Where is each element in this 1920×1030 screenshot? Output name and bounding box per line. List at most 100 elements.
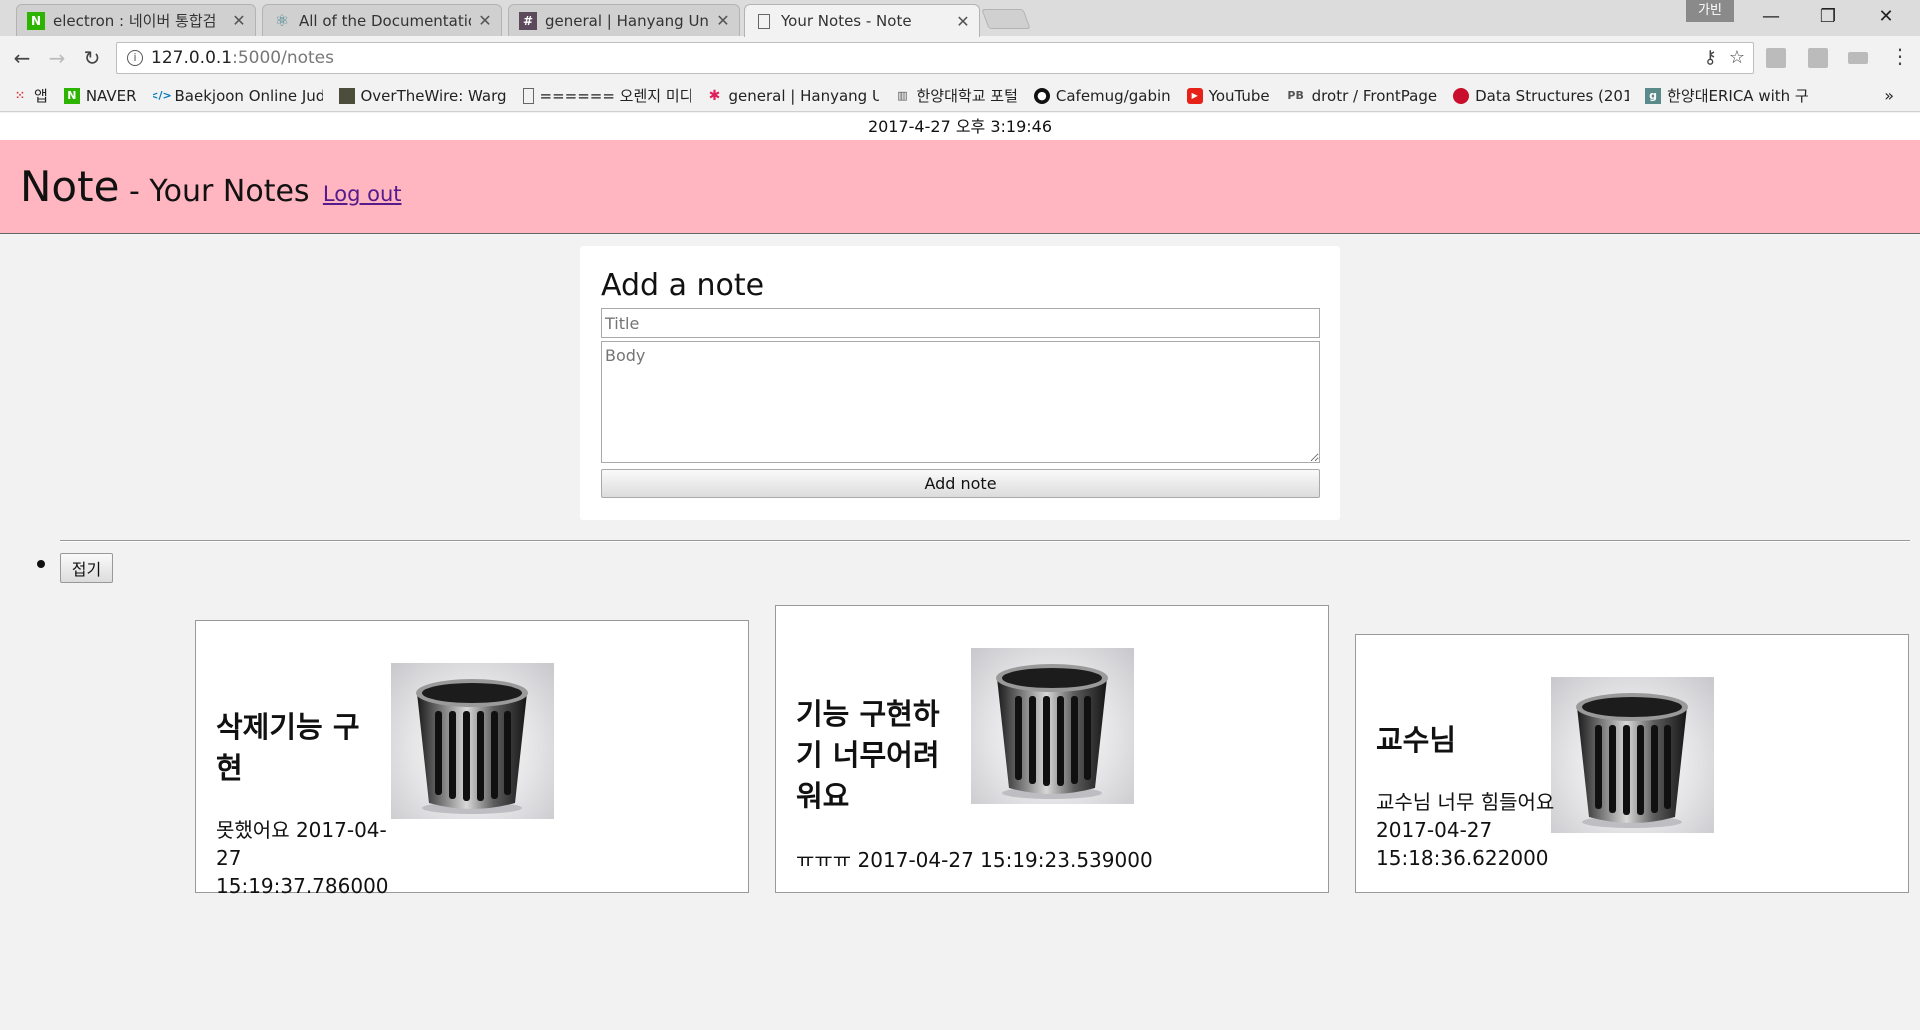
add-note-button[interactable]: Add note [601,469,1320,498]
star-icon[interactable]: ☆ [1729,47,1745,68]
bookmark-label: Cafemug/gabin [1055,86,1171,105]
pb-icon: PB [1287,89,1304,102]
electron-icon: ⚛ [274,11,290,30]
logout-link[interactable]: Log out [323,182,402,206]
bookmark-label: Data Structures (2017 [1475,86,1630,105]
bookmark-label: YouTube [1208,86,1270,105]
bookmark-apps[interactable]: ⁙ 앱 [12,85,48,106]
brand-name: Note [20,162,120,211]
overthewire-icon [338,87,355,104]
tab-slack[interactable]: # general | Hanyang Unive ✕ [508,4,740,36]
minimize-icon[interactable]: — [1743,0,1799,34]
bookmark-label: NAVER [85,86,137,105]
bookmark-label: ====== 오렌지 미디 [539,87,691,105]
github-icon: ● [1033,87,1050,104]
bookmark-overthewire[interactable]: OverTheWire: Wargar [338,86,507,105]
note-body: 교수님 너무 힘들어요 2017-04-27 15:18:36.622000 [1376,790,1555,870]
extension-icon[interactable] [1766,48,1786,68]
bookmark-label: Baekjoon Online Judg [174,86,323,105]
bookmark-hanyang-portal[interactable]: ▥ 한양대학교 포털 [895,85,1018,106]
reload-icon[interactable]: ↻ [78,44,106,72]
header: Note - Your Notes Log out [0,140,1920,234]
bookmark-drotr[interactable]: PB drotr / FrontPage [1286,87,1437,105]
note-title: 삭제기능 구현 [216,710,360,785]
code-icon: </> [152,89,172,102]
bookmark-label: OverTheWire: Wargar [360,86,507,105]
bookmark-orange[interactable]: ====== 오렌지 미디 [522,85,691,106]
trash-icon[interactable] [971,648,1134,804]
close-icon[interactable]: ✕ [231,11,247,30]
trash-icon[interactable] [391,663,554,819]
note-body: 못했어요 2017-04-27 15:19:37.786000 [216,818,389,898]
note-body: ㅠㅠㅠ 2017-04-27 15:19:23.539000 [796,848,1153,872]
bookmark-github[interactable]: ● Cafemug/gabin [1033,86,1171,105]
close-icon[interactable]: ✕ [477,11,493,30]
tab-title: electron : 네이버 통합검 [53,12,217,30]
close-icon[interactable]: ✕ [715,11,731,30]
add-note-heading: Add a note [601,268,765,303]
clock: 2017-4-27 오후 3:19:46 [0,113,1920,140]
url-host: 127.0.0.1 [151,48,233,68]
key-icon[interactable]: ⚷ [1704,47,1717,68]
tab-electron-docs[interactable]: ⚛ All of the Documentatio ✕ [262,4,502,36]
address-bar[interactable]: i 127.0.0.1:5000/notes ⚷ ☆ [116,42,1754,74]
tab-strip: N electron : 네이버 통합검 ✕ ⚛ All of the Docu… [0,0,1920,37]
apple-icon [1453,87,1470,104]
bookmark-slack[interactable]: ✱ general | Hanyang Ur [707,87,879,105]
bookmark-label: 한양대ERICA with 구 [1667,87,1809,105]
bookmark-naver[interactable]: N NAVER [63,86,137,105]
bookmark-data-structures[interactable]: Data Structures (2017 [1453,87,1629,105]
extension-icon[interactable] [1848,52,1868,64]
bookmark-youtube[interactable]: ▶ YouTube [1186,86,1270,105]
extension-icon[interactable] [1808,48,1828,68]
bookmark-erica[interactable]: g 한양대ERICA with 구 [1645,85,1809,106]
trash-icon[interactable] [1551,677,1714,833]
restore-icon[interactable]: ❐ [1800,0,1856,34]
tab-title: Your Notes - Note [781,12,912,30]
note-card: 기능 구현하기 너무어려워요 ㅠㅠㅠ 2017-04-27 15:19:23.5… [775,605,1329,893]
page-title: Note - Your Notes Log out [20,162,401,211]
slack-icon: ✱ [708,87,721,104]
youtube-icon: ▶ [1186,87,1203,104]
tab-title: general | Hanyang Unive [545,11,709,30]
apps-icon: ⁙ [15,89,25,102]
bookmarks-bar: ⁙ 앱 N NAVER </> Baekjoon Online Judg Ove… [0,80,1920,112]
menu-icon[interactable]: ⋮ [1890,44,1910,68]
info-icon[interactable]: i [127,50,143,66]
close-icon[interactable]: ✕ [955,12,971,31]
tab-your-notes[interactable]: Your Notes - Note ✕ [744,4,980,37]
divider [60,540,1910,542]
close-window-icon[interactable]: ✕ [1858,0,1914,34]
naver-icon: N [63,87,80,104]
page-icon [758,13,770,29]
slack-icon: # [519,11,537,30]
back-icon[interactable]: ← [8,44,36,72]
bookmark-label: 한양대학교 포털 [916,87,1018,105]
note-card: 삭제기능 구현 못했어요 2017-04-27 15:19:37.786000 [195,620,749,898]
note-card: 교수님 교수님 너무 힘들어요 2017-04-27 15:18:36.6220… [1355,634,1909,893]
tab-title: All of the Documentatio [299,11,471,30]
bookmark-baekjoon[interactable]: </> Baekjoon Online Judg [153,87,323,105]
profile-button[interactable]: 가빈 [1686,0,1734,22]
building-icon: ▥ [897,89,908,102]
naver-icon: N [27,11,45,30]
list-bullet [37,560,45,568]
bookmark-label: general | Hanyang Ur [728,86,879,105]
g-icon: g [1645,87,1662,104]
title-input[interactable] [601,308,1320,338]
note-title: 기능 구현하기 너무어려워요 [796,697,940,813]
forward-icon[interactable]: → [43,44,71,72]
bookmark-label: drotr / FrontPage [1311,86,1438,105]
tab-naver[interactable]: N electron : 네이버 통합검 ✕ [16,4,256,36]
page: 2017-4-27 오후 3:19:46 Note - Your Notes L… [0,113,1920,1030]
bookmark-label: 앱 [34,87,48,105]
url-path: :5000/notes [232,48,334,68]
fold-button[interactable]: 접기 [60,553,113,583]
note-title: 교수님 [1376,723,1457,757]
more-bookmarks-button[interactable]: » [1884,86,1894,105]
page-subtitle: - Your Notes [119,174,310,209]
page-icon [522,87,534,104]
body-input[interactable] [601,341,1320,463]
add-note-form: Add a note Add note [580,246,1340,520]
new-tab-button[interactable] [981,9,1031,29]
